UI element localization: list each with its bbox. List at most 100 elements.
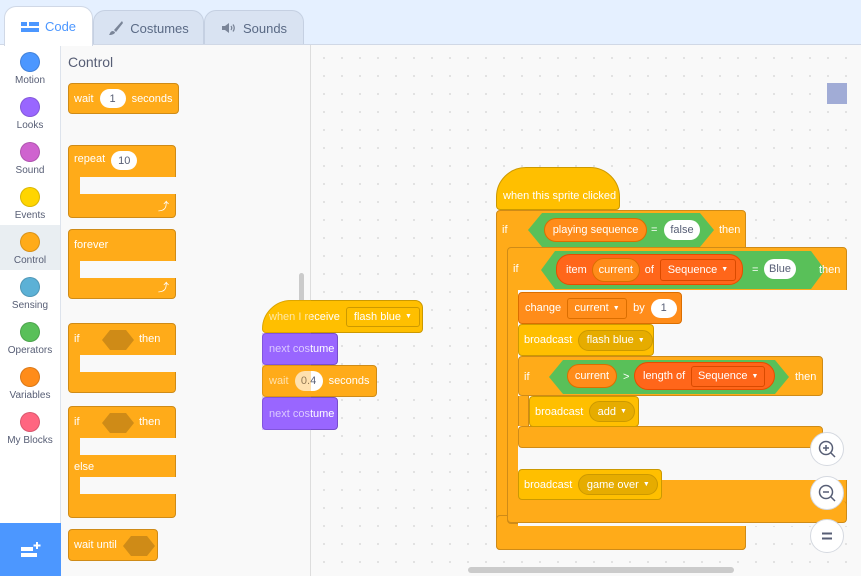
broadcast-block[interactable]: broadcast flash blue ▼ [518,324,654,356]
block-text: length of [643,370,686,382]
zoom-in-button[interactable] [810,432,844,466]
dropdown-arrow-icon: ▼ [751,372,759,380]
when-sprite-clicked-hat[interactable]: when this sprite clicked [496,167,620,210]
zoom-out-button[interactable] [810,476,844,510]
condition-slot[interactable] [102,413,134,433]
block-text: item [566,263,587,276]
if-else-block[interactable]: if then else [68,406,176,518]
loop-arrow-icon: ⤴ [158,282,169,294]
tab-costumes[interactable]: Costumes [93,10,204,45]
dropdown-arrow-icon: ▼ [405,313,412,320]
sensing-color-icon [20,277,40,297]
category-motion[interactable]: Motion [0,45,60,90]
dropdown-value: game over [586,478,639,491]
variable-dropdown[interactable]: current ▼ [567,297,628,319]
message-dropdown[interactable]: flash blue ▼ [578,329,653,351]
if-then-block[interactable]: if current > length of Sequence ▼ then [518,356,823,396]
category-label: Control [13,255,47,266]
repeat-count-input[interactable]: 10 [111,151,138,170]
zoom-out-icon [818,484,836,502]
add-extension-button[interactable] [0,523,61,576]
operator-symbol: > [623,371,630,383]
horizontal-scrollbar[interactable] [468,567,734,573]
events-color-icon [20,187,40,207]
category-sensing[interactable]: Sensing [0,270,60,315]
category-label: My Blocks [7,435,53,446]
sound-color-icon [20,142,40,162]
broadcast-block[interactable]: broadcast add ▼ [529,396,639,427]
block-text: forever [74,239,109,251]
wait-seconds-input[interactable]: 1 [99,89,126,108]
change-amount-input[interactable]: 1 [650,298,677,318]
wait-seconds-input[interactable]: 0.4 [294,371,323,391]
tab-code[interactable]: Code [4,6,93,46]
dropdown-arrow-icon: ▼ [620,408,627,415]
block-text: broadcast [524,478,573,491]
operator-symbol: = [651,224,658,236]
next-costume-block[interactable]: next costume [262,397,338,430]
looks-color-icon [20,97,40,117]
block-text: seconds [131,92,173,105]
code-workspace[interactable]: when I receive flash blue ▼ next costume … [262,45,861,576]
category-menu: Motion Looks Sound Events Control Sensin… [0,45,61,523]
wait-seconds-block[interactable]: wait 0.4 seconds [262,365,377,397]
compare-value-input[interactable]: false [664,220,700,240]
reset-zoom-button[interactable] [810,519,844,553]
block-text: if [502,224,508,236]
category-sound[interactable]: Sound [0,135,60,180]
length-of-list-reporter[interactable]: length of Sequence ▼ [634,362,775,390]
category-variables[interactable]: Variables [0,360,60,405]
block-text: change [525,302,562,314]
block-text: when this sprite clicked [503,189,617,202]
when-i-receive-hat[interactable]: when I receive flash blue ▼ [262,300,423,333]
block-text: then [139,416,161,428]
dropdown-arrow-icon: ▼ [721,266,729,273]
change-variable-block[interactable]: change current ▼ by 1 [518,292,682,324]
block-text: next costume [269,343,335,355]
category-my-blocks[interactable]: My Blocks [0,405,60,450]
condition-slot[interactable] [123,536,155,556]
block-text: if [74,416,80,428]
sprite-indicator [827,83,847,104]
block-text: then [819,264,841,276]
dropdown-value: add [597,405,617,418]
condition-slot[interactable] [102,330,134,350]
current-reporter[interactable]: current [591,257,640,282]
editor-main: Motion Looks Sound Events Control Sensin… [0,44,861,576]
playing-sequence-reporter[interactable]: playing sequence [544,218,647,242]
wait-until-block[interactable]: wait until [68,529,158,561]
current-reporter[interactable]: current [567,364,617,388]
message-dropdown[interactable]: game over ▼ [578,474,659,495]
repeat-block[interactable]: repeat 10 ⤴ [68,145,176,218]
brush-icon [109,21,124,35]
dropdown-value: flash blue [586,334,634,346]
category-events[interactable]: Events [0,180,60,225]
message-dropdown[interactable]: add ▼ [589,401,636,422]
block-text: if [524,371,530,383]
block-text: of [644,263,654,276]
next-costume-block[interactable]: next costume [262,333,338,365]
my-blocks-color-icon [20,412,40,432]
category-looks[interactable]: Looks [0,90,60,135]
dropdown-value: flash blue [353,310,402,323]
category-control[interactable]: Control [0,225,60,270]
forever-block[interactable]: forever ⤴ [68,229,176,299]
category-operators[interactable]: Operators [0,315,60,360]
tab-sounds[interactable]: Sounds [204,10,304,45]
if-then-block[interactable]: if then [68,323,176,393]
block-text: then [139,333,161,345]
compare-value-input[interactable]: Blue [764,259,796,279]
dropdown-arrow-icon: ▼ [612,304,620,312]
motion-color-icon [20,52,40,72]
block-text: then [795,371,817,383]
dropdown-arrow-icon: ▼ [642,481,650,488]
message-dropdown[interactable]: flash blue ▼ [345,306,420,327]
block-text: if [74,333,80,345]
dropdown-value: current [574,302,609,314]
list-dropdown[interactable]: Sequence ▼ [691,365,766,387]
wait-seconds-block[interactable]: wait 1 seconds [68,83,179,114]
category-label: Sensing [11,300,49,311]
list-dropdown[interactable]: Sequence ▼ [659,258,736,281]
broadcast-block[interactable]: broadcast game over ▼ [518,469,662,500]
item-of-list-reporter[interactable]: item current of Sequence ▼ [556,254,743,285]
